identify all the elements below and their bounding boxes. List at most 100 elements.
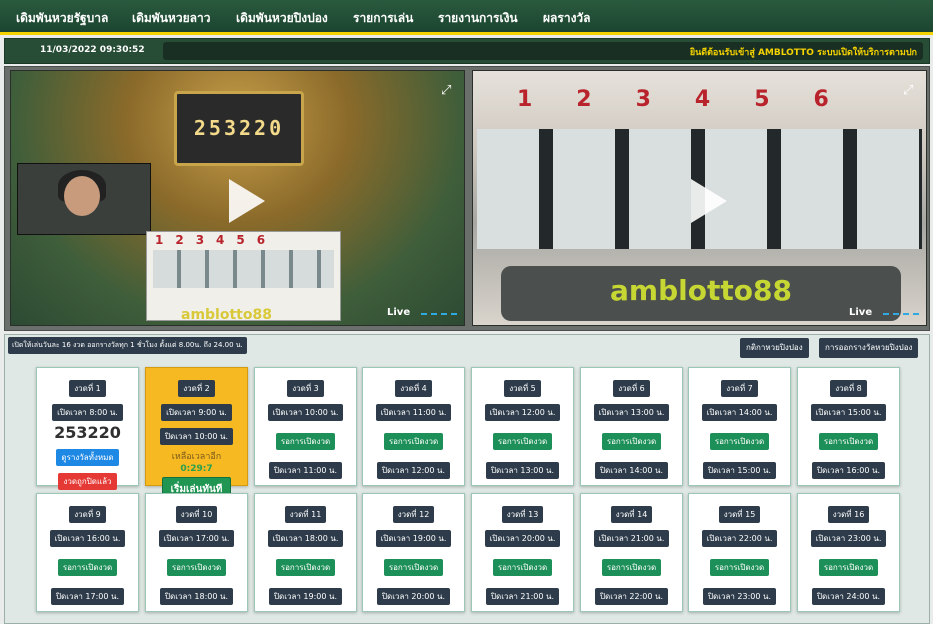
round-title: งวดที่ 11	[284, 506, 327, 523]
rounds-section: เปิดให้เล่นวันละ 16 งวด ออกรางวัลทุก 1 ช…	[4, 334, 930, 624]
round-waiting-badge: รอการเปิดงวด	[275, 433, 336, 450]
round-close-time: ปิดเวลา 18:00 น.	[159, 588, 234, 605]
round-waiting-badge: รอการเปิดงวด	[383, 559, 444, 576]
round-close-time: ปิดเวลา 17:00 น.	[50, 588, 125, 605]
round-open-time: เปิดเวลา 21:00 น.	[593, 530, 670, 547]
round-card-9: งวดที่ 9 เปิดเวลา 16:00 น. รอการเปิดงวด …	[36, 493, 139, 612]
round-title: งวดที่ 8	[830, 380, 867, 397]
round-close-time: ปิดเวลา 10:00 น.	[159, 428, 234, 445]
top-nav: เดิมพันหวยรัฐบาล เดิมพันหวยลาว เดิมพันหว…	[0, 0, 933, 35]
info-bar: 11/03/2022 09:30:52 ยินดีต้อนรับเข้าสู่ …	[4, 38, 930, 64]
scoreboard: 253220	[174, 91, 304, 166]
round-title: งวดที่ 16	[827, 506, 870, 523]
time-remaining-label: เหลือเวลาอีก	[171, 452, 222, 462]
round-title: งวดที่ 13	[501, 506, 544, 523]
round-card-15: งวดที่ 15 เปิดเวลา 22:00 น. รอการเปิดงวด…	[688, 493, 791, 612]
announcement-text: ยินดีต้อนรับเข้าสู่ AMBLOTTO ระบบเปิดให้…	[689, 48, 917, 58]
round-title: งวดที่ 7	[721, 380, 758, 397]
round-waiting-badge: รอการเปิดงวด	[818, 433, 879, 450]
round-open-time: เปิดเวลา 19:00 น.	[375, 530, 452, 547]
round-open-time: เปิดเวลา 16:00 น.	[49, 530, 126, 547]
round-card-3: งวดที่ 3 เปิดเวลา 10:00 น. รอการเปิดงวด …	[254, 367, 357, 486]
round-card-12: งวดที่ 12 เปิดเวลา 19:00 น. รอการเปิดงวด…	[362, 493, 465, 612]
round-open-time: เปิดเวลา 22:00 น.	[701, 530, 778, 547]
round-card-1: งวดที่ 1 เปิดเวลา 8:00 น. 253220 ดูรางวั…	[36, 367, 139, 490]
nav-finance-report[interactable]: รายงานการเงิน	[438, 9, 518, 28]
round-waiting-badge: รอการเปิดงวด	[709, 559, 770, 576]
round-closed-badge: งวดถูกปิดแล้ว	[58, 473, 117, 490]
round-title: งวดที่ 4	[395, 380, 432, 397]
round-card-10: งวดที่ 10 เปิดเวลา 17:00 น. รอการเปิดงวด…	[145, 493, 248, 612]
round-waiting-badge: รอการเปิดงวด	[818, 559, 879, 576]
round-waiting-badge: รอการเปิดงวด	[601, 559, 662, 576]
live-indicator	[883, 313, 919, 315]
machine-numbers: 123456	[155, 233, 278, 247]
round-waiting-badge: รอการเปิดงวด	[709, 433, 770, 450]
machine-tubes	[153, 250, 334, 288]
round-close-time: ปิดเวลา 14:00 น.	[594, 462, 669, 479]
round-waiting-badge: รอการเปิดงวด	[601, 433, 662, 450]
machine-numbers: 123456	[517, 87, 873, 112]
play-icon[interactable]	[229, 179, 265, 223]
live-label: Live	[849, 307, 873, 318]
nav-pingpong-lottery[interactable]: เดิมพันหวยปิงปอง	[236, 9, 328, 28]
round-title: งวดที่ 12	[392, 506, 435, 523]
round-close-time: ปิดเวลา 23:00 น.	[702, 588, 777, 605]
live-video-right[interactable]: 123456 amblotto88 ⤢ Live	[472, 70, 927, 326]
round-open-time: เปิดเวลา 18:00 น.	[267, 530, 344, 547]
expand-icon[interactable]: ⤢	[903, 83, 913, 98]
round-card-7: งวดที่ 7 เปิดเวลา 14:00 น. รอการเปิดงวด …	[688, 367, 791, 486]
round-close-time: ปิดเวลา 22:00 น.	[594, 588, 669, 605]
round-open-time: เปิดเวลา 14:00 น.	[701, 404, 778, 421]
round-title: งวดที่ 14	[610, 506, 653, 523]
round-open-time: เปิดเวลา 20:00 น.	[484, 530, 561, 547]
round-waiting-badge: รอการเปิดงวด	[275, 559, 336, 576]
rounds-grid: งวดที่ 1 เปิดเวลา 8:00 น. 253220 ดูรางวั…	[36, 367, 902, 613]
round-close-time: ปิดเวลา 16:00 น.	[811, 462, 886, 479]
round-title: งวดที่ 9	[69, 506, 106, 523]
schedule-notice: เปิดให้เล่นวันละ 16 งวด ออกรางวัลทุก 1 ช…	[8, 337, 247, 354]
nav-thai-gov-lottery[interactable]: เดิมพันหวยรัฐบาล	[16, 9, 108, 28]
all-results-button[interactable]: ดูรางวัลทั้งหมด	[56, 449, 119, 466]
round-card-6: งวดที่ 6 เปิดเวลา 13:00 น. รอการเปิดงวด …	[580, 367, 683, 486]
presenter-face	[64, 176, 100, 216]
rules-button[interactable]: กติกาหวยปิงปอง	[740, 338, 809, 358]
round-open-time: เปิดเวลา 10:00 น.	[267, 404, 344, 421]
schedule-button[interactable]: การออกรางวัลหวยปิงปอง	[819, 338, 919, 358]
play-icon[interactable]	[691, 179, 727, 223]
video-section: 253220 123456 amblotto88 ⤢ Live 123456 a…	[4, 66, 930, 331]
countdown-timer: 0:29:7	[180, 464, 213, 474]
round-card-16: งวดที่ 16 เปิดเวลา 23:00 น. รอการเปิดงวด…	[797, 493, 900, 612]
round-waiting-badge: รอการเปิดงวด	[57, 559, 118, 576]
round-open-time: เปิดเวลา 8:00 น.	[52, 404, 123, 421]
nav-results[interactable]: ผลรางวัล	[543, 9, 591, 28]
round-close-time: ปิดเวลา 11:00 น.	[268, 462, 343, 479]
round-card-13: งวดที่ 13 เปิดเวลา 20:00 น. รอการเปิดงวด…	[471, 493, 574, 612]
round-close-time: ปิดเวลา 19:00 น.	[268, 588, 343, 605]
round-title: งวดที่ 1	[69, 380, 106, 397]
round-title: งวดที่ 10	[175, 506, 218, 523]
round-waiting-badge: รอการเปิดงวด	[492, 559, 553, 576]
live-video-left[interactable]: 253220 123456 amblotto88 ⤢ Live	[10, 70, 465, 326]
nav-bet-list[interactable]: รายการเล่น	[353, 9, 413, 28]
round-title: งวดที่ 6	[613, 380, 650, 397]
nav-lao-lottery[interactable]: เดิมพันหวยลาว	[132, 9, 210, 28]
round-card-8: งวดที่ 8 เปิดเวลา 15:00 น. รอการเปิดงวด …	[797, 367, 900, 486]
round-open-time: เปิดเวลา 11:00 น.	[375, 404, 452, 421]
round-open-time: เปิดเวลา 17:00 น.	[158, 530, 235, 547]
round-waiting-badge: รอการเปิดงวด	[492, 433, 553, 450]
round-close-time: ปิดเวลา 12:00 น.	[376, 462, 451, 479]
round-title: งวดที่ 5	[504, 380, 541, 397]
current-datetime: 11/03/2022 09:30:52	[40, 45, 145, 55]
round-card-4: งวดที่ 4 เปิดเวลา 11:00 น. รอการเปิดงวด …	[362, 367, 465, 486]
round-card-5: งวดที่ 5 เปิดเวลา 12:00 น. รอการเปิดงวด …	[471, 367, 574, 486]
announcement-marquee: ยินดีต้อนรับเข้าสู่ AMBLOTTO ระบบเปิดให้…	[163, 42, 923, 60]
scoreboard-number: 253220	[193, 116, 285, 140]
round-waiting-badge: รอการเปิดงวด	[383, 433, 444, 450]
live-label: Live	[387, 307, 411, 318]
round-open-time: เปิดเวลา 13:00 น.	[593, 404, 670, 421]
round-card-11: งวดที่ 11 เปิดเวลา 18:00 น. รอการเปิดงวด…	[254, 493, 357, 612]
round-card-14: งวดที่ 14 เปิดเวลา 21:00 น. รอการเปิดงวด…	[580, 493, 683, 612]
round-result: 253220	[54, 423, 121, 442]
expand-icon[interactable]: ⤢	[441, 83, 451, 98]
